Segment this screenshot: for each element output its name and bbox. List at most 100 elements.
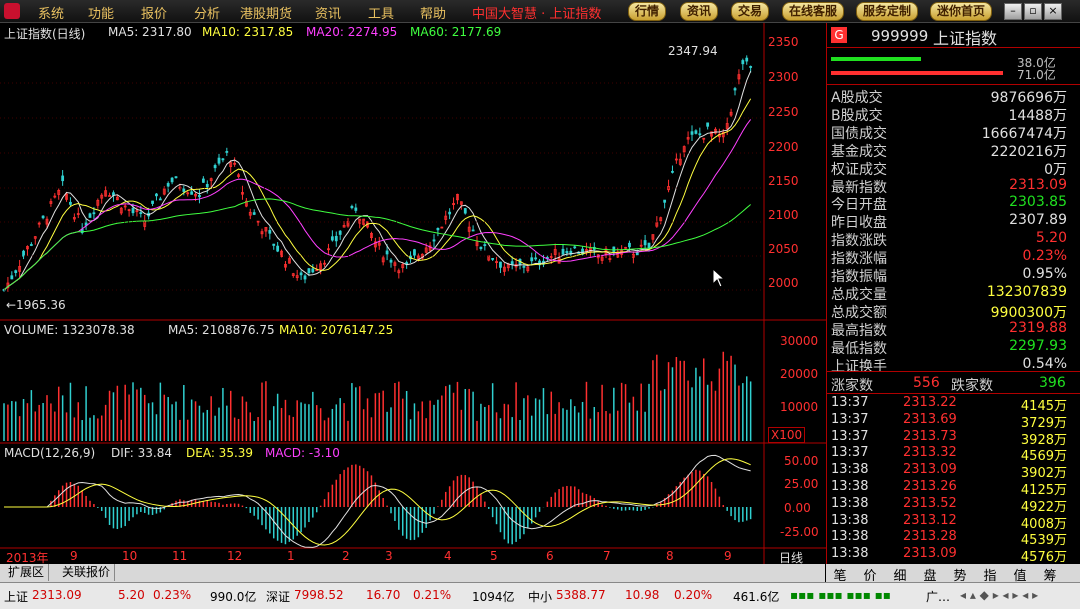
candle-body [170, 177, 174, 183]
candle-body [155, 193, 158, 197]
candle-body [733, 88, 737, 91]
candle-body [307, 268, 311, 274]
custom-pill-button[interactable]: 服务定制 [856, 2, 919, 21]
menu-news[interactable]: 资讯 [315, 3, 341, 22]
stat-row: 权证成交 0万 [831, 159, 1071, 178]
candle-body [69, 201, 72, 205]
tab-extension[interactable]: 扩展区 [4, 564, 50, 581]
bottom-tabs: 扩展区 关联报价 [0, 564, 825, 582]
menu-function[interactable]: 功能 [88, 3, 114, 22]
candle-body [217, 157, 221, 164]
stat-value: 2303.85 [1009, 194, 1067, 211]
macd-title: MACD(12,26,9) [4, 446, 96, 460]
ytick-2100: 2100 [768, 208, 799, 222]
tick-row[interactable]: 13:38 2313.28 4539万 [831, 529, 1067, 548]
quote-pill-button[interactable]: 行情 [628, 2, 667, 21]
stat-value: 2319.88 [1009, 319, 1067, 336]
menu-hk-futures[interactable]: 港股期货 [240, 3, 292, 22]
candle-body [205, 184, 209, 188]
xlabel-5: 5 [490, 549, 498, 563]
candle-body [303, 275, 307, 280]
menu-system[interactable]: 系统 [38, 3, 64, 22]
menu-help[interactable]: 帮助 [420, 3, 446, 22]
support-pill-button[interactable]: 在线客服 [782, 2, 845, 21]
tick-row[interactable]: 13:38 2313.09 3902万 [831, 462, 1067, 481]
tick-price: 2313.26 [903, 479, 957, 494]
vol-ma10-label: MA10: 2076147.25 [279, 323, 394, 337]
candle-body [491, 258, 495, 260]
outflow-bar [831, 71, 1003, 75]
menu-quote[interactable]: 报价 [141, 3, 167, 22]
candle-body [10, 275, 14, 280]
candle-body [405, 262, 409, 264]
close-icon[interactable]: × [1044, 3, 1062, 20]
kline-chart-area[interactable] [0, 23, 826, 564]
menu-tools[interactable]: 工具 [368, 3, 394, 22]
candle-body [334, 235, 338, 242]
tick-row[interactable]: 13:37 2313.69 3729万 [831, 412, 1067, 431]
promo-text: 中国大智慧 · 上证指数 [472, 7, 602, 22]
app-logo-icon [4, 3, 20, 19]
ma60-label: MA60: 2177.69 [410, 25, 502, 39]
candle-body [268, 230, 272, 234]
high-label: 2347.94 [668, 44, 718, 58]
candle-body [643, 240, 647, 246]
tick-row[interactable]: 13:37 2313.32 4569万 [831, 445, 1067, 464]
tray-icons[interactable]: ◂ ▴ ◆ ▸ ◂ ▸ ◂ ▸ [960, 588, 1038, 602]
stat-label: 上证换手 [831, 358, 887, 375]
xlabel-8: 8 [666, 549, 674, 563]
xlabel-6: 6 [546, 549, 554, 563]
mini-home-pill-button[interactable]: 迷你首页 [930, 2, 993, 21]
candle-body [14, 270, 18, 273]
down-label: 跌家数 [951, 378, 993, 394]
tick-row[interactable]: 13:38 2313.52 4922万 [831, 495, 1067, 515]
minimize-icon[interactable]: – [1004, 3, 1022, 20]
xlabel-7: 7 [603, 549, 611, 563]
candle-body [534, 257, 538, 260]
candle-body [463, 208, 467, 214]
tick-row[interactable]: 13:38 2313.26 4125万 [831, 479, 1067, 498]
candle-body [741, 60, 745, 65]
restore-icon[interactable]: ▫ [1024, 3, 1042, 20]
vol-tick-20000: 20000 [780, 367, 819, 381]
stat-row: 总成交量 132307839 [831, 284, 1071, 303]
menu-analysis[interactable]: 分析 [194, 3, 220, 22]
xlabel-1: 1 [287, 549, 295, 563]
candle-body [276, 245, 280, 252]
candle-body [139, 212, 143, 214]
tick-row[interactable]: 13:38 2313.09 4576万 [831, 546, 1067, 565]
tick-row[interactable]: 13:37 2313.22 4145万 [831, 395, 1067, 414]
stat-row: 指数涨幅 0.23% [831, 248, 1071, 267]
tick-row[interactable]: 13:37 2313.73 3928万 [831, 428, 1067, 448]
candle-body [694, 130, 698, 134]
candle-body [213, 165, 217, 169]
candle-body [272, 243, 276, 246]
macd-dif: DIF: 33.84 [111, 446, 172, 460]
mouse-cursor-icon [712, 268, 726, 288]
xlabel-9b: 9 [724, 549, 732, 563]
tick-time: 13:37 [831, 445, 869, 461]
trade-pill-button[interactable]: 交易 [731, 2, 770, 21]
candle-body [448, 211, 452, 215]
candle-body [354, 207, 358, 211]
candle-body [561, 248, 565, 255]
tick-time: 13:38 [831, 495, 869, 511]
sz-label: 深证 [266, 590, 291, 604]
stat-row: 昨日收盘 2307.89 [831, 212, 1071, 231]
xlabel-10: 10 [122, 549, 138, 563]
candle-body [745, 57, 749, 62]
candle-body [61, 175, 65, 182]
vol-tick-30000: 30000 [780, 334, 819, 348]
news-pill-button[interactable]: 资讯 [680, 2, 719, 21]
xlabel-4: 4 [444, 549, 452, 563]
inflow-bar [831, 57, 921, 61]
tick-row[interactable]: 13:38 2313.12 4008万 [831, 512, 1067, 532]
tick-time: 13:38 [831, 512, 869, 528]
candle-body [479, 246, 483, 249]
tab-related-quote[interactable]: 关联报价 [58, 564, 116, 581]
ytick-2250: 2250 [768, 105, 799, 119]
candle-body [628, 242, 631, 248]
candle-body [338, 230, 342, 235]
candle-body [22, 250, 25, 257]
tick-time: 13:37 [831, 428, 869, 444]
